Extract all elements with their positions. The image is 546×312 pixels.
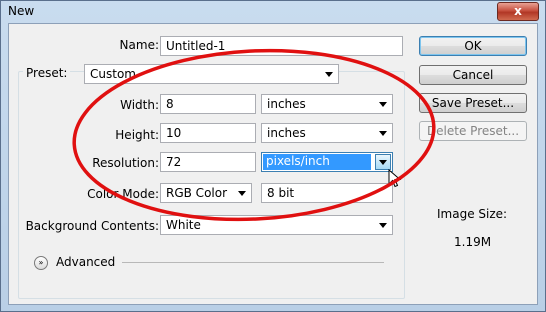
advanced-label[interactable]: Advanced xyxy=(56,255,115,269)
height-label: Height: xyxy=(115,128,159,142)
chevron-down-icon xyxy=(238,191,246,196)
resolution-dropdown-button[interactable] xyxy=(375,154,391,170)
width-input[interactable]: 8 xyxy=(160,94,256,114)
chevron-down-icon xyxy=(379,223,387,228)
height-unit-select[interactable]: inches xyxy=(261,123,393,143)
bit-depth-value: 8 bit xyxy=(267,186,295,200)
chevron-down-icon xyxy=(379,131,387,136)
delete-preset-button[interactable]: Delete Preset... xyxy=(419,121,527,141)
close-icon: x xyxy=(514,4,522,18)
name-input[interactable]: Untitled-1 xyxy=(160,36,403,56)
resolution-unit-select[interactable]: pixels/inch xyxy=(261,152,393,172)
preset-label: Preset: xyxy=(23,66,71,80)
width-label: Width: xyxy=(120,98,159,112)
width-unit-select[interactable]: inches xyxy=(261,94,393,114)
advanced-divider xyxy=(122,262,384,263)
bit-depth-select[interactable]: 8 bit xyxy=(261,183,393,203)
title-bar: New x xyxy=(1,1,545,23)
width-unit-value: inches xyxy=(267,97,306,111)
resolution-unit-value: pixels/inch xyxy=(263,154,371,170)
resolution-input[interactable]: 72 xyxy=(160,152,256,172)
dialog-body: Name: Untitled-1 Preset: Custom Width: 8… xyxy=(8,23,538,305)
chevron-down-icon xyxy=(379,160,387,165)
window-title: New xyxy=(8,4,35,18)
image-size-value: 1.19M xyxy=(454,235,492,249)
preset-select[interactable]: Custom xyxy=(84,64,339,84)
chevron-down-icon xyxy=(379,102,387,107)
dialog-window: New x Name: Untitled-1 Preset: Custom Wi… xyxy=(0,0,546,312)
background-select[interactable]: White xyxy=(160,215,393,235)
save-preset-button[interactable]: Save Preset... xyxy=(419,93,527,113)
name-label: Name: xyxy=(119,38,159,52)
image-size-label: Image Size: xyxy=(437,207,508,221)
height-unit-value: inches xyxy=(267,126,306,140)
preset-select-value: Custom xyxy=(90,67,136,81)
background-value: White xyxy=(166,218,201,232)
resolution-label: Resolution: xyxy=(92,156,159,170)
double-chevron-icon[interactable]: » xyxy=(34,256,48,270)
cancel-button[interactable]: Cancel xyxy=(419,65,527,85)
mouse-cursor-icon xyxy=(388,169,402,188)
close-button[interactable]: x xyxy=(497,2,539,21)
color-mode-select[interactable]: RGB Color xyxy=(160,183,252,203)
color-mode-value: RGB Color xyxy=(166,186,228,200)
height-input[interactable]: 10 xyxy=(160,123,256,143)
background-label: Background Contents: xyxy=(25,219,159,233)
color-mode-label: Color Mode: xyxy=(87,187,159,201)
chevron-down-icon xyxy=(325,72,333,77)
ok-button[interactable]: OK xyxy=(419,36,527,56)
